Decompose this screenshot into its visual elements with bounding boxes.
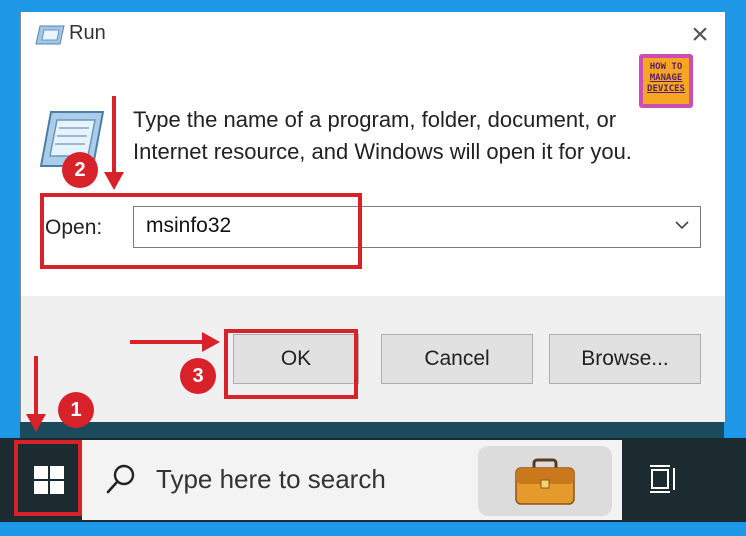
step-badge-3: 3 xyxy=(180,358,216,394)
step-badge-2: 2 xyxy=(62,152,98,188)
annotation-arrows xyxy=(26,96,220,432)
screenshot-frame: Run × HOW TO MANAGE DEVICES Type the nam… xyxy=(0,0,746,536)
step-badge-1: 1 xyxy=(58,392,94,428)
